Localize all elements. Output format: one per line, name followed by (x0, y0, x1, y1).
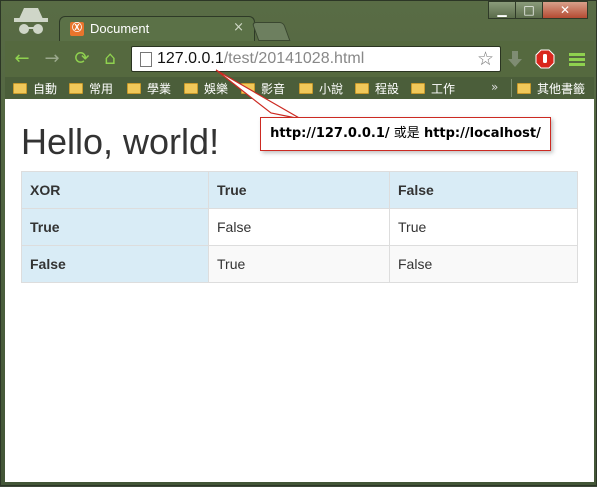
bookmark-label: 娛樂 (204, 81, 229, 96)
url-text[interactable]: 127.0.0.1/test/20141028.html (157, 50, 364, 68)
bookmark-folder[interactable]: 程設 (355, 79, 399, 97)
url-host: 127.0.0.1 (157, 50, 224, 67)
minimize-button[interactable]: ▁ (488, 1, 516, 19)
menu-icon[interactable] (567, 49, 587, 69)
table-header-cell: XOR (21, 171, 209, 209)
address-bar[interactable]: 127.0.0.1/test/20141028.html ☆ (131, 46, 501, 72)
bookmarks-bar: 自動 常用 學業 娛樂 影音 小說 程設 工作 » 其他書籤 (5, 77, 594, 99)
callout-url-1: http://127.0.0.1/ (270, 126, 390, 141)
home-button[interactable]: ⌂ (99, 48, 121, 70)
table-cell: False (208, 208, 390, 246)
tab-close-icon[interactable]: × (233, 20, 244, 35)
close-window-button[interactable]: ✕ (542, 1, 588, 19)
folder-icon (241, 82, 255, 94)
bookmark-folder[interactable]: 自動 (13, 79, 57, 97)
toolbar: ← → ⟳ ⌂ 127.0.0.1/test/20141028.html ☆ (5, 41, 594, 77)
tab-title: Document (90, 21, 150, 36)
bookmark-label: 影音 (261, 81, 286, 96)
folder-icon (127, 82, 141, 94)
table-header-cell: True (208, 171, 390, 209)
bookmark-label: 其他書籤 (537, 81, 586, 96)
folder-icon (13, 82, 27, 94)
bookmark-star-icon[interactable]: ☆ (477, 48, 494, 70)
xampp-favicon-icon: Ⓧ (70, 22, 84, 36)
reload-button[interactable]: ⟳ (71, 48, 93, 70)
folder-icon (517, 82, 531, 94)
callout-connector: 或是 (389, 126, 424, 141)
bookmark-label: 小說 (319, 81, 344, 96)
bookmarks-overflow-chevron-icon[interactable]: » (491, 80, 498, 94)
folder-icon (69, 82, 83, 94)
page-heading: Hello, world! (21, 121, 220, 162)
table-row-header: True (21, 208, 209, 246)
folder-icon (299, 82, 313, 94)
table-row: False True False (21, 245, 578, 283)
xor-table: XOR True False True False True False Tru… (21, 171, 578, 283)
window-controls: ▁ □ ✕ (488, 1, 588, 21)
folder-icon (355, 82, 369, 94)
download-arrow-icon[interactable] (505, 49, 525, 69)
back-button[interactable]: ← (11, 48, 33, 70)
page-icon (140, 52, 152, 67)
table-header-row: XOR True False (21, 171, 578, 209)
table-row: True False True (21, 208, 578, 246)
table-cell: True (208, 245, 390, 283)
tab-document[interactable]: Ⓧ Document × (59, 16, 255, 42)
bookmark-folder[interactable]: 娛樂 (184, 79, 228, 97)
bookmark-folder[interactable]: 影音 (241, 79, 285, 97)
url-path: /test/20141028.html (223, 50, 365, 67)
bookmark-label: 自動 (33, 81, 58, 96)
bookmark-label: 工作 (431, 81, 456, 96)
bookmark-folder[interactable]: 學業 (127, 79, 171, 97)
table-cell: False (389, 245, 578, 283)
bookmark-label: 程設 (375, 81, 400, 96)
forward-button[interactable]: → (41, 48, 63, 70)
bookmark-folder[interactable]: 常用 (69, 79, 113, 97)
folder-icon (411, 82, 425, 94)
bookmarks-separator (511, 79, 512, 97)
table-cell: True (389, 208, 578, 246)
folder-icon (184, 82, 198, 94)
annotation-callout: http://127.0.0.1/ 或是 http://localhost/ (260, 117, 551, 151)
bookmark-folder[interactable]: 小說 (299, 79, 343, 97)
other-bookmarks-folder[interactable]: 其他書籤 (517, 79, 585, 97)
maximize-button[interactable]: □ (515, 1, 543, 19)
bookmark-folder[interactable]: 工作 (411, 79, 455, 97)
new-tab-button[interactable] (251, 22, 291, 41)
incognito-icon (14, 8, 48, 34)
bookmark-label: 學業 (147, 81, 172, 96)
page-content: Hello, world! XOR True False True False … (5, 99, 594, 482)
callout-url-2: http://localhost/ (423, 126, 541, 141)
title-bar: Ⓧ Document × ▁ □ ✕ (1, 1, 596, 42)
bookmark-label: 常用 (89, 81, 114, 96)
adblock-stop-icon[interactable] (535, 49, 555, 69)
table-row-header: False (21, 245, 209, 283)
table-header-cell: False (389, 171, 578, 209)
browser-window: Ⓧ Document × ▁ □ ✕ ← → ⟳ ⌂ 127.0.0.1/tes… (0, 0, 597, 486)
